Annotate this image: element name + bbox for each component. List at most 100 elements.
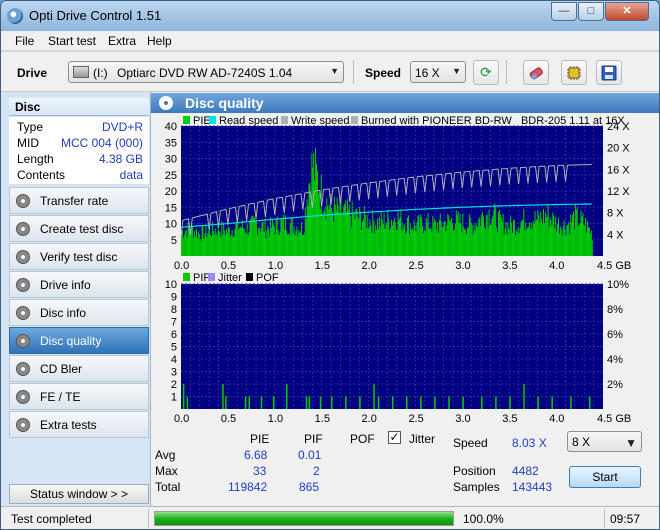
pie-bar (490, 224, 492, 256)
pie-bar (527, 226, 529, 256)
app-icon (7, 8, 23, 24)
pie-bar (379, 226, 381, 256)
start-button[interactable]: Start (569, 466, 641, 488)
pie-bar (452, 223, 454, 256)
toolbar-separator (353, 60, 354, 84)
pie-bar (419, 227, 421, 256)
pie-bar (290, 217, 292, 256)
pie-bar (333, 196, 335, 256)
save-button[interactable] (596, 60, 622, 85)
menu-file[interactable]: File (15, 34, 34, 48)
pie-bar (535, 220, 537, 256)
eraser-icon (529, 67, 543, 80)
pie-bar (222, 234, 224, 256)
pie-bar (200, 240, 202, 256)
pie-bar (262, 221, 264, 256)
disc-icon (16, 362, 30, 376)
pie-bar (233, 236, 235, 256)
pie-bar (467, 227, 469, 256)
pie-bar (386, 222, 388, 256)
pif-bar (588, 396, 591, 409)
pie-bar (583, 224, 585, 256)
y2-tick-label: 6% (607, 329, 623, 341)
menu-extra[interactable]: Extra (108, 34, 136, 48)
pie-bar (448, 215, 450, 256)
nav-create-test-disc[interactable]: Create test disc (9, 215, 149, 242)
drive-select[interactable]: (I:) Optiarc DVD RW AD-7240S 1.04 ▼ (68, 61, 344, 83)
pie-bar (432, 215, 434, 256)
nav-label: Transfer rate (40, 194, 109, 208)
total-label: Total (155, 480, 181, 494)
pie-bar (584, 225, 586, 256)
pie-bar (402, 223, 404, 256)
pif-bar (359, 396, 361, 409)
nav-extra-tests[interactable]: Extra tests (9, 411, 149, 438)
pie-bar (485, 214, 487, 256)
minimize-button[interactable]: — (551, 2, 577, 21)
refresh-button[interactable]: ⟳ (473, 60, 499, 85)
test-speed-select[interactable]: 8 X ▼ (567, 431, 642, 452)
pie-bar (511, 222, 513, 256)
jitter-checkbox[interactable]: ✓ (388, 431, 401, 444)
nav-verify-test-disc[interactable]: Verify test disc (9, 243, 149, 270)
pie-bar (410, 229, 412, 256)
pie-bar (421, 217, 423, 256)
status-window-button[interactable]: Status window > > (9, 484, 149, 504)
pif-bar (308, 396, 311, 409)
title-bar[interactable]: Opti Drive Control 1.51 — □ ✕ (1, 1, 659, 31)
nav-transfer-rate[interactable]: Transfer rate (9, 187, 149, 214)
menu-start-test[interactable]: Start test (48, 34, 96, 48)
pif-bar (392, 396, 394, 409)
pie-bar (283, 214, 285, 256)
disc-info-panel: Type DVD+R MID MCC 004 (000) Length 4.38… (9, 117, 149, 184)
pie-bar (323, 210, 325, 256)
pie-bar (332, 222, 334, 256)
pie-bar (273, 226, 275, 256)
y-tick-label: 15 (165, 202, 177, 214)
pie-bar (501, 221, 503, 256)
nav-disc-info[interactable]: Disc info (9, 299, 149, 326)
x-tick-label: 2.5 (408, 260, 423, 272)
pie-bar (573, 229, 575, 256)
pif-chart-plot-area (181, 284, 603, 409)
panel-header: Disc quality (151, 93, 659, 113)
pie-bar (208, 230, 210, 256)
pie-bar (444, 220, 446, 256)
pie-bar (289, 223, 291, 256)
erase-button[interactable] (523, 60, 549, 85)
x-tick-label: 3.5 (502, 413, 517, 424)
pie-bar (370, 225, 372, 256)
close-button[interactable]: ✕ (605, 2, 649, 21)
speed-select[interactable]: 16 X ▼ (410, 61, 466, 83)
nav-disc-quality[interactable]: Disc quality (9, 327, 149, 354)
pie-bar (437, 232, 439, 256)
window-title: Opti Drive Control 1.51 (29, 8, 162, 23)
pie-bar (373, 221, 375, 256)
pif-avg-value: 0.01 (298, 448, 322, 462)
pie-bar (482, 212, 484, 256)
pie-bar (571, 222, 573, 256)
nav-cd-bler[interactable]: CD Bler (9, 355, 149, 382)
chevron-down-icon: ▼ (625, 436, 637, 450)
pie-bar (376, 218, 378, 256)
disc-icon (16, 418, 30, 432)
pif-bar (182, 384, 185, 409)
pie-bar (243, 228, 245, 256)
pie-bar (334, 204, 336, 256)
nav-drive-info[interactable]: Drive info (9, 271, 149, 298)
pie-bar (560, 229, 562, 256)
pie-bar (316, 163, 318, 256)
drive-settings-button[interactable] (561, 60, 587, 85)
disc-icon (16, 306, 30, 320)
pie-bar (422, 232, 424, 256)
jitter-header: Jitter (409, 432, 436, 446)
status-divider (604, 509, 605, 528)
nav-fe-te[interactable]: FE / TE (9, 383, 149, 410)
pie-bar (272, 224, 274, 256)
maximize-button[interactable]: □ (578, 2, 604, 21)
pof-header: POF (350, 432, 375, 446)
pie-bar (266, 230, 268, 256)
menu-help[interactable]: Help (147, 34, 172, 48)
x-tick-label: 1.5 (315, 260, 330, 272)
pif-bar (331, 396, 333, 409)
